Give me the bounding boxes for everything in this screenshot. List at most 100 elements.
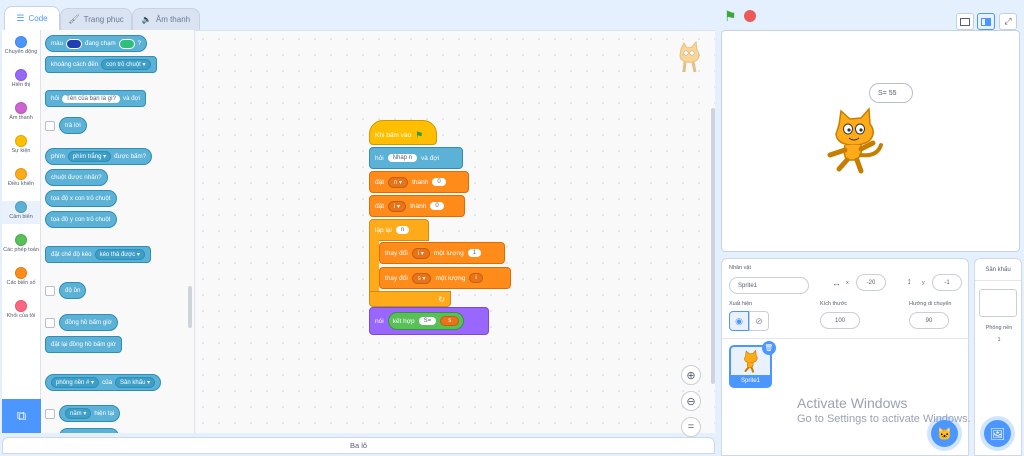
- block-timer[interactable]: đồng hồ bấm giờ: [59, 314, 118, 331]
- object-dropdown[interactable]: Sân khấu ▾: [115, 377, 156, 388]
- zoom-in-button[interactable]: ⊕: [681, 365, 701, 385]
- time-unit-dropdown[interactable]: năm ▾: [65, 408, 92, 419]
- loop-arrow-icon: ↻: [438, 294, 445, 304]
- delete-sprite-button[interactable]: 🗑: [762, 341, 776, 355]
- block-change-s[interactable]: thay đổi s ▾ một lượng i: [379, 267, 511, 289]
- block-change-i[interactable]: thay đổi i ▾ một lượng 1: [379, 242, 505, 264]
- stage-thumbnail[interactable]: [979, 289, 1017, 317]
- block-mouse-y[interactable]: tọa độ y con trỏ chuột: [45, 211, 117, 228]
- variable-dropdown[interactable]: i ▾: [388, 200, 407, 212]
- category-sensing[interactable]: Cảm biến: [2, 201, 40, 224]
- variable-dropdown[interactable]: i ▾: [411, 247, 430, 259]
- value-input[interactable]: 1: [467, 249, 482, 257]
- category-operators[interactable]: Các phép toán: [2, 234, 40, 257]
- backpack-bar[interactable]: Ba lô: [2, 437, 715, 454]
- tab-costumes[interactable]: 🖌 Trang phục: [60, 8, 132, 30]
- key-dropdown[interactable]: phím trắng ▾: [67, 151, 112, 162]
- block-backdrop-of[interactable]: phông nền # ▾ của Sân khấu ▾: [45, 374, 162, 391]
- my-blocks-dot-icon: [15, 300, 27, 312]
- speech-bubble: S= 55: [869, 83, 913, 103]
- x-arrows-icon: ↔: [832, 278, 841, 288]
- block-join[interactable]: kết hợp S= s: [387, 312, 465, 330]
- category-events[interactable]: Sự kiện: [2, 135, 40, 158]
- join-text-input[interactable]: S=: [418, 317, 437, 325]
- block-set-i[interactable]: đặt i ▾ thành 0: [369, 195, 465, 217]
- looks-dot-icon: [15, 69, 27, 81]
- x-input[interactable]: -20: [856, 274, 886, 291]
- choose-backdrop-button[interactable]: 🖼: [984, 420, 1011, 447]
- stage-panel-title: Sân khấu: [975, 259, 1021, 281]
- block-when-flag-clicked[interactable]: Khi bấm vào ⚑: [369, 120, 437, 145]
- ask-input[interactable]: Tên của bạn là gì?: [62, 94, 120, 103]
- loudness-checkbox[interactable]: [45, 286, 55, 296]
- current-checkbox[interactable]: [45, 409, 55, 419]
- property-dropdown[interactable]: phông nền # ▾: [51, 377, 100, 388]
- color-swatch-blue[interactable]: [66, 38, 83, 49]
- y-input[interactable]: -1: [932, 274, 962, 291]
- block-reset-timer[interactable]: đặt lại đồng hồ bấm giờ: [45, 336, 122, 353]
- reporter-text: i: [475, 275, 477, 281]
- reporter-i[interactable]: i: [469, 273, 483, 283]
- block-set-drag-mode[interactable]: đặt chế độ kéo kéo thả được ▾: [45, 246, 151, 263]
- block-key-pressed[interactable]: phím phím trắng ▾ được bấm?: [45, 148, 153, 165]
- value-input[interactable]: 0: [430, 202, 444, 210]
- variable-dropdown[interactable]: n ▾: [388, 176, 409, 188]
- block-text: khoảng cách đến: [51, 61, 99, 68]
- direction-input[interactable]: 90: [909, 312, 949, 329]
- block-touching-color[interactable]: màu đang chạm ?: [45, 35, 148, 52]
- answer-checkbox[interactable]: [45, 121, 55, 131]
- tab-code[interactable]: ☰ Code: [4, 6, 60, 30]
- block-loudness[interactable]: độ ồn: [59, 282, 87, 299]
- category-my-blocks[interactable]: Khối của tôi: [2, 300, 40, 323]
- fullscreen-button[interactable]: ⤢: [999, 13, 1017, 30]
- zoom-reset-button[interactable]: =: [681, 417, 701, 437]
- color-swatch-green[interactable]: [118, 38, 135, 49]
- block-current[interactable]: năm ▾ hiện tại: [59, 405, 121, 422]
- value-input[interactable]: 0: [432, 178, 446, 186]
- green-flag-icon[interactable]: ⚑: [724, 8, 737, 25]
- stage[interactable]: S= 55: [721, 30, 1020, 252]
- choose-sprite-button[interactable]: 🐱: [931, 420, 958, 447]
- category-sound[interactable]: Âm thanh: [2, 102, 40, 125]
- tab-sounds[interactable]: 🔈 Âm thanh: [132, 8, 200, 30]
- large-stage-button[interactable]: [977, 13, 995, 30]
- zoom-reset-icon: =: [687, 421, 695, 433]
- reporter-s[interactable]: s: [440, 316, 460, 326]
- block-ask[interactable]: hỏi Nhap n và đợi: [369, 147, 463, 169]
- repeat-count-input[interactable]: n: [395, 226, 410, 234]
- block-answer[interactable]: trả lời: [59, 117, 87, 134]
- backpack-label: Ba lô: [349, 441, 368, 450]
- ask-text-input[interactable]: Nhap n: [387, 154, 418, 162]
- block-ask-and-wait[interactable]: hỏi Tên của bạn là gì? và đợi: [45, 90, 147, 107]
- distance-target-dropdown[interactable]: con trỏ chuột ▾: [101, 59, 151, 70]
- show-visible-button[interactable]: ◉: [729, 311, 749, 331]
- show-hidden-button[interactable]: ⊘: [749, 311, 769, 331]
- sprite-name-input[interactable]: Sprite1: [729, 277, 809, 294]
- block-mouse-x[interactable]: tọa độ x con trỏ chuột: [45, 190, 117, 207]
- palette-scrollbar[interactable]: [188, 286, 192, 328]
- sprite-thumbnail[interactable]: Sprite1 🗑: [729, 341, 776, 388]
- size-input[interactable]: 100: [820, 312, 860, 329]
- category-looks[interactable]: Hiển thị: [2, 69, 40, 92]
- add-extension-button[interactable]: ⧉: [2, 399, 41, 433]
- category-control[interactable]: Điều khiển: [2, 168, 40, 191]
- code-scrollbar[interactable]: [711, 108, 715, 384]
- variable-dropdown[interactable]: s ▾: [411, 272, 432, 284]
- block-say[interactable]: nói kết hợp S= s: [369, 307, 489, 335]
- block-days-since[interactable]: [59, 428, 119, 433]
- category-variables[interactable]: Các biến số: [2, 267, 40, 290]
- category-motion[interactable]: Chuyển động: [2, 36, 40, 59]
- code-area[interactable]: Khi bấm vào ⚑ hỏi Nhap n và đợi đặt n ▾ …: [195, 30, 715, 437]
- timer-checkbox[interactable]: [45, 318, 55, 328]
- block-set-n[interactable]: đặt n ▾ thành 0: [369, 171, 469, 193]
- zoom-in-icon: ⊕: [686, 369, 696, 382]
- block-text: tọa độ y con trỏ chuột: [51, 216, 111, 223]
- block-mouse-down[interactable]: chuột được nhấn?: [45, 169, 108, 186]
- small-stage-button[interactable]: [956, 13, 974, 30]
- stop-icon[interactable]: [744, 10, 756, 22]
- block-distance-to[interactable]: khoảng cách đến con trỏ chuột ▾: [45, 56, 157, 73]
- cat-sprite-icon[interactable]: [825, 105, 885, 175]
- zoom-out-button[interactable]: ⊖: [681, 391, 701, 411]
- drag-mode-dropdown[interactable]: kéo thả được ▾: [94, 249, 145, 260]
- block-text: một lượng: [433, 249, 464, 257]
